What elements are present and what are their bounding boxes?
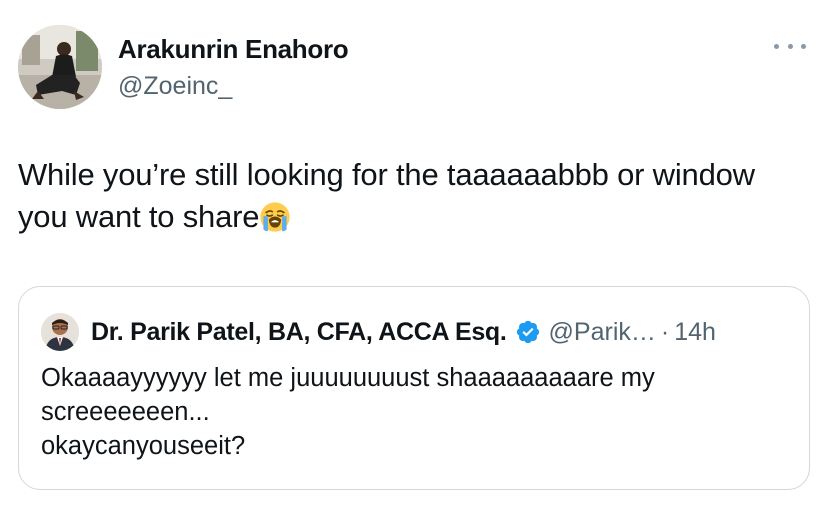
more-dot [787,43,793,49]
more-dot [801,43,806,49]
author-handle[interactable]: @Zoeinc_ [118,72,232,101]
quoted-author-handle[interactable]: @Parik… [549,318,656,347]
tweet-text-segment: you want to share [18,199,260,234]
quoted-author-avatar[interactable] [41,313,79,351]
quoted-text-line: Okaaaayyyyyy let me juuuuuuuust shaaaaaa… [41,364,655,392]
separator-dot: · [660,317,670,346]
loudly-crying-face-icon [260,202,290,232]
tweet-text: While you’re still looking for the taaaa… [18,154,813,238]
author-name[interactable]: Arakunrin Enahoro [118,34,349,65]
quoted-tweet-timestamp[interactable]: 14h [674,318,716,347]
tweet-text-line: you want to share [18,196,813,238]
tweet: Arakunrin Enahoro @Zoeinc_ While you’re … [0,0,828,514]
tweet-text-line: While you’re still looking for the taaaa… [18,157,755,192]
quoted-text-line: okaycanyouseeit? [41,432,246,460]
more-icon[interactable] [770,34,810,58]
quoted-author-name[interactable]: Dr. Parik Patel, BA, CFA, ACCA Esq. [91,318,507,347]
verified-badge-icon [516,320,539,344]
author-avatar[interactable] [18,25,102,109]
quoted-tweet[interactable]: Dr. Parik Patel, BA, CFA, ACCA Esq. @Par… [18,286,810,490]
more-dot [774,43,779,49]
quoted-text-line: screeeeeeen... [41,398,210,426]
quoted-tweet-header: Dr. Parik Patel, BA, CFA, ACCA Esq. @Par… [91,315,716,349]
quoted-tweet-text: Okaaaayyyyyy let me juuuuuuuust shaaaaaa… [41,361,786,463]
